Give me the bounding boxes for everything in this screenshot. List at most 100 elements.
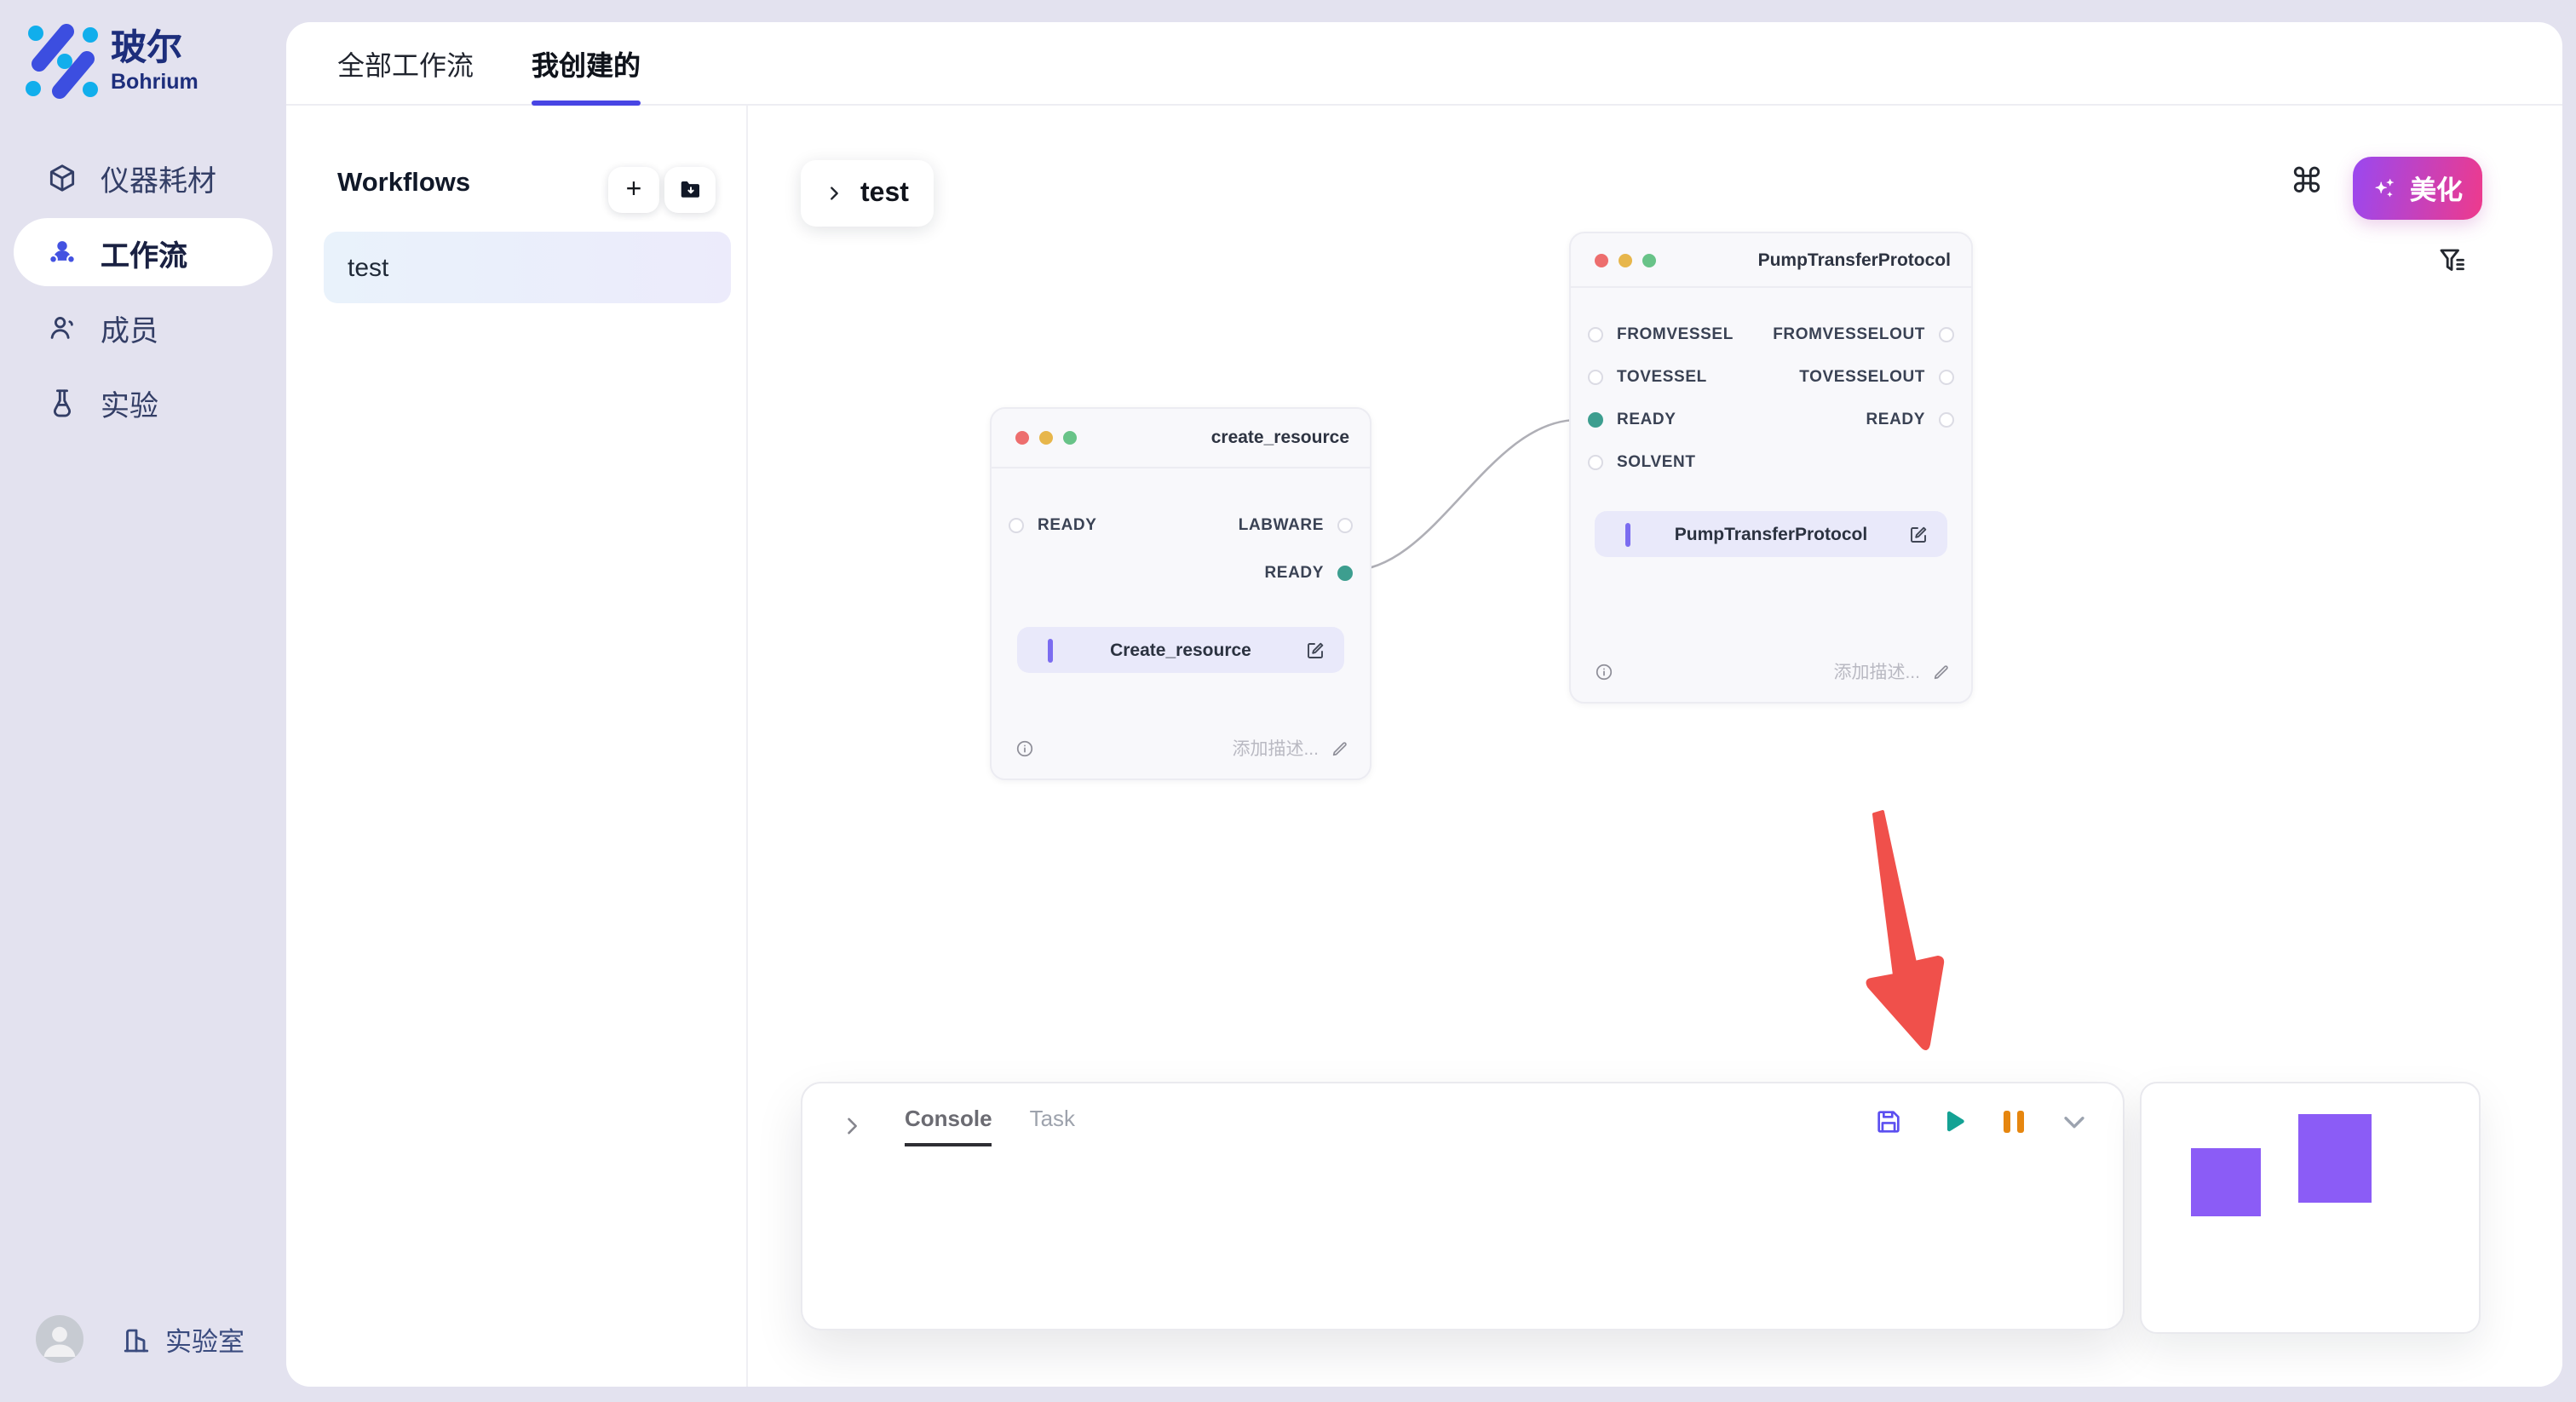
sidebar-item-label: 仪器耗材 [101, 156, 216, 198]
beautify-label: 美化 [2410, 170, 2463, 207]
edit-icon[interactable] [1908, 524, 1929, 544]
port-input-tovessel[interactable]: TOVESSEL [1588, 368, 1707, 387]
workflow-tabbar: 全部工作流 我创建的 [286, 22, 2562, 106]
pause-icon[interactable] [2004, 1110, 2024, 1132]
node-traffic-dots [1595, 253, 1656, 267]
lab-label: 实验室 [165, 1322, 244, 1359]
sidebar-item-label: 工作流 [101, 231, 187, 273]
info-icon[interactable] [1595, 663, 1613, 681]
sidebar-item-workflows[interactable]: 工作流 [14, 218, 273, 286]
dot-red [1015, 431, 1029, 445]
workflow-canvas[interactable]: test ⌘ 美化 [748, 106, 2562, 1387]
bohrium-logo-icon [24, 24, 99, 99]
building-icon [121, 1325, 152, 1356]
minimap[interactable] [2140, 1082, 2481, 1334]
node-title: create_resource [1211, 428, 1349, 448]
run-play-icon[interactable] [1939, 1106, 1968, 1135]
port-circle-connected[interactable] [1337, 565, 1353, 580]
node-action-pump-transfer[interactable]: PumpTransferProtocol [1595, 511, 1947, 557]
node-pump-transfer-protocol[interactable]: PumpTransferProtocol FROMVESSEL FROMVESS… [1569, 232, 1973, 704]
command-palette-icon[interactable]: ⌘ [2290, 160, 2324, 203]
node-header: create_resource [992, 409, 1370, 468]
workflow-list-panel: Workflows + test [286, 106, 748, 1387]
dot-green [1063, 431, 1077, 445]
port-output-ready[interactable]: READY [1866, 411, 1954, 429]
sidebar-item-instruments[interactable]: 仪器耗材 [14, 143, 273, 211]
tab-all-workflows[interactable]: 全部工作流 [337, 22, 474, 105]
description-placeholder[interactable]: 添加描述... [1833, 659, 1920, 685]
workflow-list-item-test[interactable]: test [324, 232, 731, 303]
brand-name-zh: 玻尔 [111, 30, 198, 69]
brand-name-en: Bohrium [111, 69, 198, 93]
panel-title: Workflows [337, 169, 470, 199]
dot-yellow [1619, 253, 1632, 267]
pencil-icon[interactable] [1932, 663, 1951, 681]
edit-icon[interactable] [1305, 640, 1325, 660]
node-traffic-dots [1015, 431, 1077, 445]
description-placeholder[interactable]: 添加描述... [1232, 736, 1319, 761]
sidebar: 玻尔 Bohrium 仪器耗材 工作流 [0, 0, 286, 1402]
node-footer: 添加描述... [1595, 659, 1951, 685]
port-input-ready[interactable]: READY [1009, 515, 1097, 534]
port-circle[interactable] [1337, 517, 1353, 532]
pencil-icon[interactable] [1331, 739, 1349, 758]
experiment-icon [46, 386, 78, 418]
console-panel: Console Task [801, 1082, 2125, 1330]
dot-yellow [1039, 431, 1053, 445]
console-header: Console Task [802, 1083, 2123, 1146]
lab-switcher[interactable]: 实验室 [121, 1322, 244, 1359]
folder-import-icon [677, 177, 703, 203]
action-accent-bar [1625, 522, 1630, 546]
dot-red [1595, 253, 1608, 267]
filter-icon[interactable] [2436, 245, 2467, 276]
node-action-create-resource[interactable]: Create_resource [1017, 627, 1344, 673]
info-icon[interactable] [1015, 739, 1034, 758]
annotation-arrow [1838, 796, 1958, 1068]
active-tab-underline [532, 100, 641, 105]
port-input-fromvessel[interactable]: FROMVESSEL [1588, 325, 1734, 344]
breadcrumb[interactable]: test [801, 160, 934, 227]
sidebar-item-members[interactable]: 成员 [14, 293, 273, 361]
panel-actions: + [608, 167, 716, 213]
breadcrumb-label: test [860, 178, 909, 209]
node-create-resource[interactable]: create_resource READY LABWARE [990, 407, 1371, 780]
port-output-fromvesselout[interactable]: FROMVESSELOUT [1773, 325, 1954, 344]
workflow-icon [46, 236, 78, 268]
port-circle-connected[interactable] [1588, 412, 1603, 428]
avatar[interactable] [36, 1315, 83, 1363]
save-icon[interactable] [1874, 1106, 1903, 1135]
tab-task[interactable]: Task [1030, 1106, 1075, 1146]
port-input-ready[interactable]: READY [1588, 411, 1676, 429]
sidebar-nav: 仪器耗材 工作流 成员 [0, 143, 286, 443]
sidebar-item-experiments[interactable]: 实验 [14, 368, 273, 436]
user-icon [36, 1315, 83, 1363]
node-header: PumpTransferProtocol [1571, 233, 1971, 288]
import-workflow-button[interactable] [664, 167, 716, 213]
minimap-node-pump-transfer [2298, 1114, 2372, 1203]
action-accent-bar [1048, 638, 1052, 662]
node-footer: 添加描述... [1015, 736, 1349, 761]
add-workflow-button[interactable]: + [608, 167, 659, 213]
sidebar-item-label: 成员 [101, 306, 158, 348]
chevron-down-icon[interactable] [2060, 1106, 2089, 1135]
package-icon [46, 161, 78, 193]
chevron-right-icon [825, 184, 843, 203]
port-circle[interactable] [1009, 517, 1024, 532]
collapse-chevron-icon[interactable] [840, 1114, 864, 1138]
beautify-button[interactable]: 美化 [2353, 157, 2482, 220]
port-output-labware[interactable]: LABWARE [1239, 515, 1353, 534]
members-icon [46, 311, 78, 343]
sidebar-footer: 实验室 [0, 1313, 286, 1382]
tab-console[interactable]: Console [905, 1106, 992, 1146]
main-content-card: 全部工作流 我创建的 Workflows + [286, 22, 2562, 1387]
tab-my-created[interactable]: 我创建的 [532, 22, 641, 105]
brand-logo: 玻尔 Bohrium [24, 24, 198, 99]
node-title: PumpTransferProtocol [1758, 250, 1951, 270]
minimap-node-create-resource [2191, 1148, 2261, 1216]
port-output-ready[interactable]: READY [1264, 563, 1353, 582]
sparkles-icon [2372, 175, 2400, 202]
port-input-solvent[interactable]: SOLVENT [1588, 453, 1696, 472]
port-output-tovesselout[interactable]: TOVESSELOUT [1799, 368, 1954, 387]
app-window: 玻尔 Bohrium 仪器耗材 工作流 [0, 0, 2576, 1402]
sidebar-item-label: 实验 [101, 381, 158, 423]
